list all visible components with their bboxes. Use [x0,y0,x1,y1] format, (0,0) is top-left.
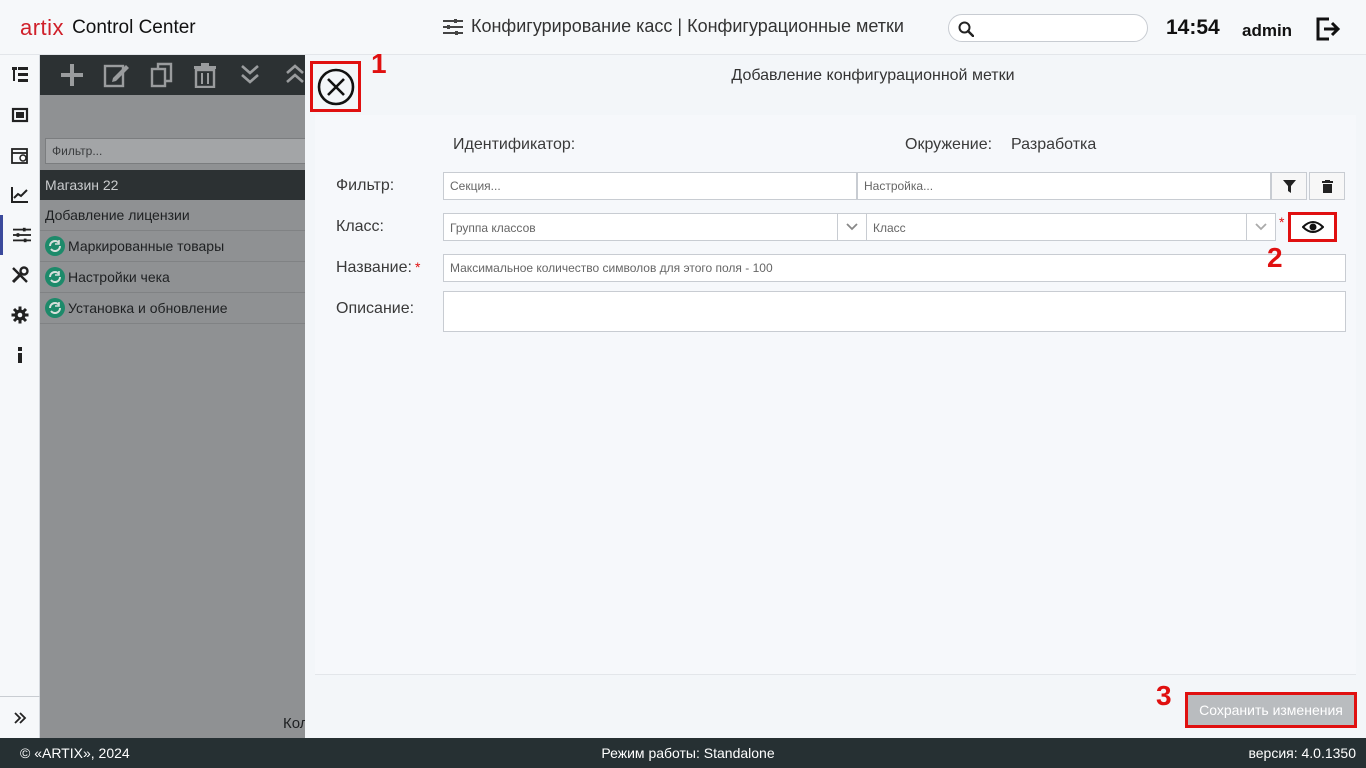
annotation-marker: 2 [1267,242,1283,273]
view-class-button[interactable] [1288,212,1337,242]
group-header[interactable]: Магазин 22 [40,170,305,200]
copy-icon[interactable] [150,62,174,88]
class-select[interactable]: Класс [866,213,1276,241]
logo-product: Control Center [72,17,196,38]
apply-filter-button[interactable] [1271,172,1307,200]
list-item[interactable]: Настройки чека [40,262,305,293]
list-item-label: Настройки чека [68,269,170,285]
description-textarea[interactable] [443,291,1346,332]
clear-filter-button[interactable] [1309,172,1345,200]
save-button[interactable]: Сохранить изменения [1185,692,1357,728]
sync-icon [45,267,65,287]
name-required-mark: * [414,259,421,275]
info-icon [18,347,22,363]
tree-icon [12,67,28,82]
underlying-list-panel: Фильтр... Магазин 22 Добавление лицензии… [40,55,310,738]
sliders-icon [12,227,31,243]
page-title: Конфигурирование касс | Конфигурационные… [443,16,904,37]
class-label: Класс: [336,218,384,235]
annotation-marker: 3 [1156,680,1172,711]
class-group-placeholder: Группа классов [450,221,536,235]
sync-icon [45,298,65,318]
class-group-select[interactable]: Группа классов [443,213,867,241]
list-filter-input[interactable]: Фильтр... [45,138,310,164]
save-button-label: Сохранить изменения [1199,702,1343,718]
form-card: Идентификатор: Окружение: Разработка Фил… [315,115,1356,675]
trash-icon [1321,179,1333,193]
list-toolbar [40,55,305,95]
rail-cashbox-button[interactable] [0,95,40,135]
setting-input[interactable] [857,172,1271,200]
logout-button[interactable] [1315,16,1341,47]
list-item[interactable]: Маркированные товары [40,231,305,262]
version-text: версия: 4.0.1350 [1248,745,1356,761]
double-chevron-right-icon [14,711,27,724]
eye-icon [1301,221,1324,233]
list-item-label: Маркированные товары [68,238,225,254]
add-config-label-dialog: 1 Добавление конфигурационной метки Иден… [305,48,1366,738]
list-item-label: Установка и обновление [68,300,228,316]
mode-text: Режим работы: Standalone [601,745,775,761]
sync-icon [45,236,65,256]
search-box[interactable] [948,14,1148,42]
cashbox-icon [11,107,29,123]
rail-info-button[interactable] [0,335,40,375]
class-placeholder: Класс [873,221,906,235]
rail-chart-button[interactable] [0,175,40,215]
search-icon [958,21,974,37]
name-label: Название: * [336,259,421,276]
rail-tools-button[interactable] [0,255,40,295]
add-icon[interactable] [59,62,85,88]
clock: 14:54 [1166,16,1220,39]
sliders-icon [443,18,463,35]
page-title-text: Конфигурирование касс | Конфигурационные… [471,16,904,36]
name-input[interactable] [443,254,1346,282]
filter-label: Фильтр: [336,177,395,194]
tools-icon [11,266,29,284]
filter-icon [1282,179,1296,193]
class-required-mark: * [1279,214,1285,230]
gear-icon [11,306,29,324]
logout-icon [1316,17,1341,41]
left-icon-rail [0,55,40,738]
section-input[interactable] [443,172,857,200]
rail-calendar-button[interactable] [0,135,40,175]
rail-expand-button[interactable] [0,696,40,738]
footer: © «ARTIX», 2024 Режим работы: Standalone… [0,738,1366,768]
identifier-label: Идентификатор: [453,136,576,153]
expand-all-icon[interactable] [239,62,261,88]
chevron-down-icon [837,214,866,240]
chevron-down-icon [1246,214,1275,240]
collapse-all-icon[interactable] [284,62,306,88]
logo-brand: artix [20,15,65,40]
edit-icon[interactable] [103,62,131,88]
environment-value: Разработка [1011,136,1097,153]
username[interactable]: admin [1242,21,1292,41]
rail-sliders-button[interactable] [0,215,40,255]
rail-settings-button[interactable] [0,295,40,335]
environment-label: Окружение: [905,136,993,153]
chart-icon [11,187,28,203]
rail-tree-button[interactable] [0,55,40,95]
list-item[interactable]: Добавление лицензии [40,200,305,231]
dialog-title: Добавление конфигурационной метки [731,67,1015,84]
description-label: Описание: [336,300,415,317]
trash-icon[interactable] [193,62,217,88]
top-header: artix Control Center Конфигурирование ка… [0,0,1366,55]
app-logo[interactable]: artix Control Center [20,9,196,47]
search-input[interactable] [979,18,1139,38]
calendar-icon [11,148,28,164]
list-item[interactable]: Установка и обновление [40,293,305,324]
list-item-label: Добавление лицензии [45,207,190,223]
